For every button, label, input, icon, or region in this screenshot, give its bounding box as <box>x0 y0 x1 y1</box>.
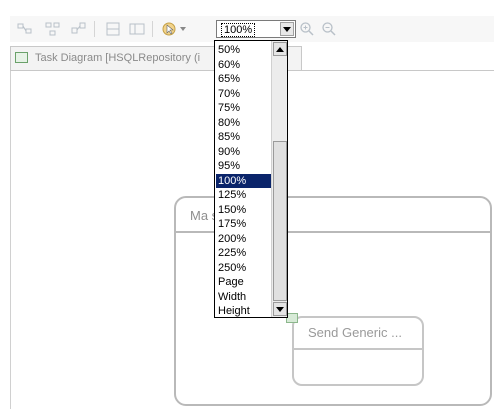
scroll-up-icon[interactable] <box>273 42 287 56</box>
zoom-in-icon[interactable] <box>298 20 316 38</box>
zoom-option[interactable]: 150% <box>216 203 271 218</box>
task-shape-title: Send Generic ... <box>308 325 402 340</box>
toolbar-separator <box>94 21 95 37</box>
zoom-option[interactable]: 200% <box>216 232 271 247</box>
zoom-option[interactable]: Width <box>216 290 271 305</box>
zoom-option[interactable]: 65% <box>216 72 271 87</box>
dropdown-scrollbar[interactable] <box>271 41 287 317</box>
layout-icon[interactable] <box>16 20 34 38</box>
zoom-option[interactable]: 90% <box>216 145 271 160</box>
zoom-option[interactable]: 125% <box>216 188 271 203</box>
app-window: 100% Task Diagram [HSQLRepository (i Ma … <box>0 0 494 409</box>
zoom-option[interactable]: 75% <box>216 101 271 116</box>
scroll-down-icon[interactable] <box>273 302 287 316</box>
arrange-icon[interactable] <box>70 20 88 38</box>
zoom-option[interactable]: 100% <box>216 173 271 188</box>
zoom-option[interactable]: Height <box>216 304 271 317</box>
zoom-option[interactable]: 50% <box>216 43 271 58</box>
task-shape[interactable]: Send Generic ... <box>292 316 424 386</box>
diagram-icon <box>15 52 28 63</box>
zoom-option[interactable]: 225% <box>216 246 271 261</box>
chevron-down-icon[interactable] <box>280 22 294 36</box>
zoom-out-icon[interactable] <box>320 20 338 38</box>
zoom-option[interactable]: 85% <box>216 130 271 145</box>
view-icon[interactable] <box>128 20 146 38</box>
zoom-option[interactable]: 60% <box>216 58 271 73</box>
zoom-option-list: 50% 60% 65% 70% 75% 80% 85% 90% 95% 100% 125% 150% 1… <box>216 43 271 317</box>
select-icon[interactable] <box>160 20 178 38</box>
page-icon[interactable] <box>104 20 122 38</box>
zoom-option[interactable]: 70% <box>216 87 271 102</box>
zoom-option[interactable]: Page <box>216 275 271 290</box>
tab-label: Task Diagram [HSQLRepository (i <box>35 52 201 64</box>
zoom-dropdown-list[interactable]: 50% 60% 65% 70% 75% 80% 85% 90% 95% 100% 125% 150% 1… <box>214 40 288 318</box>
zoom-option[interactable]: 80% <box>216 116 271 131</box>
zoom-combo[interactable]: 100% <box>216 20 296 38</box>
align-icon[interactable] <box>44 20 62 38</box>
zoom-combo-value: 100% <box>221 23 256 37</box>
scroll-thumb[interactable] <box>273 141 287 301</box>
diagram-toolbar: 100% <box>10 16 494 42</box>
toolbar-separator <box>152 21 153 37</box>
divider <box>294 348 422 350</box>
zoom-option[interactable]: 250% <box>216 261 271 276</box>
zoom-option[interactable]: 175% <box>216 217 271 232</box>
dropdown-arrow-icon[interactable] <box>178 20 188 38</box>
zoom-option[interactable]: 95% <box>216 159 271 174</box>
